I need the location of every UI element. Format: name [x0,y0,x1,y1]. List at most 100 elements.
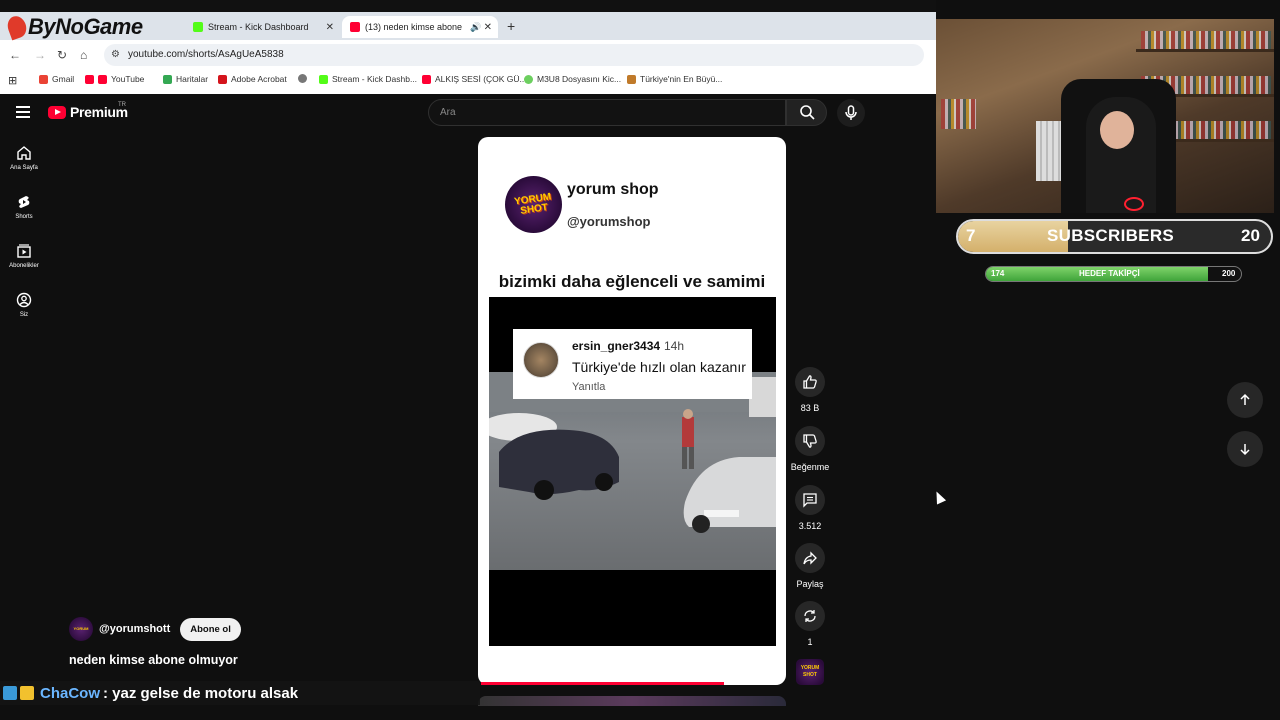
forward-icon[interactable]: → [34,48,46,62]
arrow-up-icon [1240,393,1250,405]
remix-circle [795,601,825,631]
next-short-button[interactable] [1227,431,1263,467]
bookmark-alkis[interactable]: ALKIŞ SESİ (ÇOK GÜ... [422,74,527,84]
chat-message-bar: ChaCow : yaz gelse de motoru alsak [0,681,480,705]
shop-handle: @yorumshop [567,214,651,229]
bookmark-gmail[interactable]: Gmail [39,74,74,84]
share-circle [795,543,825,573]
search-button[interactable] [786,99,827,126]
shop-avatar: YORUM SHOT [505,176,562,233]
close-tab-icon[interactable]: ✕ [484,22,492,33]
bookmark-label: ALKIŞ SESİ (ÇOK GÜ... [435,74,527,84]
video-frame[interactable]: ersin_gner3434 14h Türkiye'de hızlı olan… [489,297,776,646]
bookmark-label: YouTube [111,74,145,84]
address-bar[interactable]: youtube.com/shorts/AsAgUeA5838 [104,44,924,66]
video-progress-bar[interactable] [481,682,725,685]
comment-icon [803,493,817,508]
bookmark-label: Stream - Kick Dashb... [332,74,418,84]
bynogame-mark-icon [4,13,30,41]
url-text: youtube.com/shorts/AsAgUeA5838 [128,49,284,60]
home-icon [17,146,31,160]
comment-text: Türkiye'de hızlı olan kazanır [572,359,746,375]
remix-button[interactable]: 1 [790,601,830,647]
person-icon [627,74,636,84]
speaker-icon[interactable]: 🔊 [470,22,481,33]
crown-badge-icon [20,686,34,700]
tab-kick-dashboard[interactable]: Stream - Kick Dashboard ✕ [185,16,340,38]
like-button[interactable]: 83 B [790,367,830,413]
bookmark-kick[interactable]: Stream - Kick Dashb... [319,74,417,84]
bookmark-label: M3U8 Dosyasını Kic... [537,74,622,84]
sidebar-item-you[interactable]: Siz [0,292,48,318]
kick-icon [193,22,203,32]
tab-youtube-short[interactable]: (13) neden kimse abone ol 🔊 ✕ [342,16,498,38]
search-input[interactable]: Ara [428,99,786,126]
close-tab-icon[interactable]: ✕ [326,22,334,33]
webcam-feed [936,19,1274,213]
sidebar-item-subscriptions[interactable]: Abonelikler [0,243,48,269]
books [1141,31,1271,49]
menu-icon[interactable] [16,106,30,118]
search-icon [800,105,815,120]
arrow-down-icon [1240,444,1250,456]
you-icon [16,292,32,308]
bookmark-globe[interactable] [298,74,307,83]
globe-icon [298,74,307,83]
reload-icon[interactable]: ↻ [57,48,67,62]
comment-username: ersin_gner3434 [572,339,661,353]
channel-thumbnail[interactable]: YORUM SHOT [796,659,824,685]
sidebar-label: Shorts [15,214,33,220]
like-circle [795,367,825,397]
street-scene [489,372,776,570]
share-icon [803,551,817,565]
next-short-preview[interactable] [478,696,786,706]
voice-search-button[interactable] [837,99,865,127]
bookmark-turkiye[interactable]: Türkiye'nin En Büyü... [627,74,722,84]
channel-avatar[interactable]: YORUM [69,617,93,641]
acrobat-icon [218,74,227,84]
m3u8-icon [524,74,533,84]
streamer-face [1100,111,1134,149]
chat-username: ChaCow [40,684,100,702]
comment-reply-link: Yanıtla [572,381,606,393]
bookmark-maps[interactable]: Haritalar [163,74,208,84]
back-icon[interactable]: ← [9,48,21,62]
follower-target: 200 [1222,269,1236,278]
video-title: neden kimse abone olmuyor [69,653,238,667]
previous-short-button[interactable] [1227,382,1263,418]
bookmark-youtube[interactable]: YouTube [85,74,144,84]
chair-light [1124,197,1144,211]
follower-goal-label: HEDEF TAKİPÇİ [1079,269,1140,278]
youtube-icon [98,74,107,84]
like-count: 83 B [800,403,820,413]
home-icon[interactable]: ⌂ [80,48,87,62]
bookmark-acrobat[interactable]: Adobe Acrobat [218,74,287,84]
youtube-icon [422,74,431,84]
pinned-comment: ersin_gner3434 14h Türkiye'de hızlı olan… [513,329,752,399]
bookmark-m3u8[interactable]: M3U8 Dosyasını Kic... [524,74,621,84]
region-code: TR [118,102,126,108]
subscribe-button[interactable]: Abone ol [180,617,241,641]
shop-name: yorum shop [567,181,659,198]
subscriber-target: 20 [1241,226,1260,245]
dislike-label: Beğenme [790,462,830,472]
comment-time: 14h [664,339,685,353]
moderator-badge-icon [3,686,17,700]
search-placeholder: Ara [440,107,456,118]
share-button[interactable]: Paylaş [790,543,830,589]
sidebar-item-home[interactable]: Ana Sayfa [0,145,48,171]
sidebar-item-shorts[interactable]: Shorts [0,194,48,220]
new-tab-button[interactable]: + [507,18,515,34]
youtube-premium-logo[interactable]: Premium TR [48,102,128,120]
apps-icon[interactable]: ⊞ [8,74,17,87]
site-info-icon[interactable]: ⚙ [111,49,120,60]
avatar-logo-text: YORUM SHOT [513,191,552,217]
bookmark-label: Gmail [52,74,75,84]
bookmark-label: Türkiye'nin En Büyü... [640,74,723,84]
comments-button[interactable]: 3.512 [790,485,830,531]
follower-count: 174 [991,269,1005,278]
thumbs-down-icon [803,434,817,448]
remix-count: 1 [807,637,813,647]
dislike-button[interactable]: Beğenme [790,426,830,472]
channel-handle[interactable]: @yorumshott [99,623,170,635]
